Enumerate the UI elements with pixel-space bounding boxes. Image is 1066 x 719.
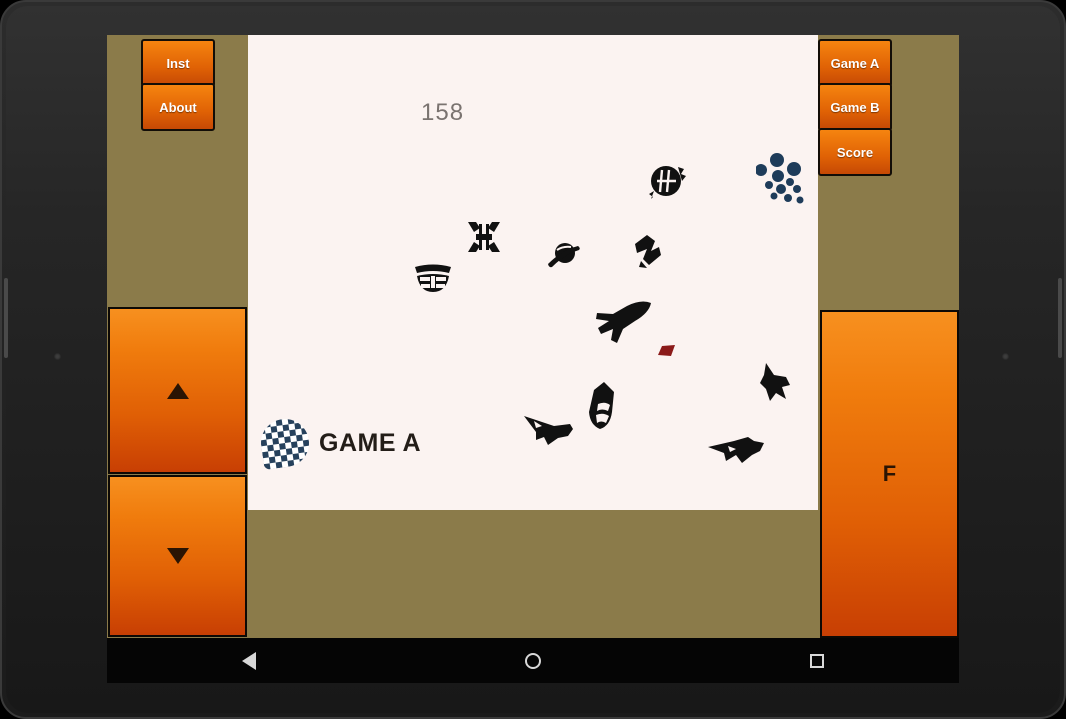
jet-fighter-icon (760, 363, 792, 403)
move-up-button[interactable] (108, 307, 247, 474)
space-shuttle-icon (633, 235, 663, 269)
nav-home-button[interactable] (503, 638, 563, 683)
home-circle-icon (525, 652, 541, 669)
recents-square-icon (810, 653, 824, 668)
move-down-button[interactable] (108, 475, 247, 637)
rocket-icon (588, 382, 618, 430)
screenshot-root: 158 GAME A Inst About Game A Game B Scor… (0, 0, 1066, 719)
nav-recents-button[interactable] (787, 638, 847, 683)
side-port-left (4, 278, 8, 358)
fire-button-label: F (882, 461, 897, 486)
game-field[interactable]: 158 GAME A (248, 35, 818, 510)
jet-fighter-icon (524, 412, 574, 446)
nav-back-button[interactable] (219, 638, 279, 683)
airplane-icon (593, 300, 653, 348)
game-mode-label: GAME A (319, 428, 422, 457)
game-field-floor (248, 510, 818, 638)
camera-dot-left (54, 353, 61, 360)
triangle-down-icon (166, 548, 189, 564)
side-port-right (1058, 278, 1062, 358)
android-navigation-bar (107, 638, 959, 683)
score-display: 158 (421, 99, 465, 126)
game-mode-overlay: GAME A (257, 415, 422, 471)
back-triangle-icon (242, 651, 256, 670)
left-control-panel: Inst About (107, 35, 248, 638)
score-button[interactable]: Score (818, 128, 892, 176)
right-control-panel: Game A Game B Score F (818, 35, 959, 638)
space-probe-icon (648, 163, 686, 199)
device-screen: 158 GAME A Inst About Game A Game B Scor… (107, 35, 959, 683)
lunar-lander-icon (414, 263, 452, 293)
inst-button[interactable]: Inst (141, 39, 215, 87)
checkered-flag-ball-icon (257, 415, 313, 471)
about-button[interactable]: About (141, 83, 215, 131)
game-a-button[interactable]: Game A (818, 39, 892, 87)
camera-dot-right (1002, 353, 1009, 360)
satellite-icon (466, 220, 502, 254)
fire-button[interactable]: F (820, 310, 959, 638)
saturn-icon (546, 240, 582, 270)
jet-fighter-icon (708, 435, 766, 469)
star-cluster-icon (756, 151, 818, 217)
triangle-up-icon (166, 382, 189, 399)
debris-icon (658, 345, 676, 357)
game-b-button[interactable]: Game B (818, 83, 892, 131)
game-app: 158 GAME A Inst About Game A Game B Scor… (107, 35, 959, 638)
